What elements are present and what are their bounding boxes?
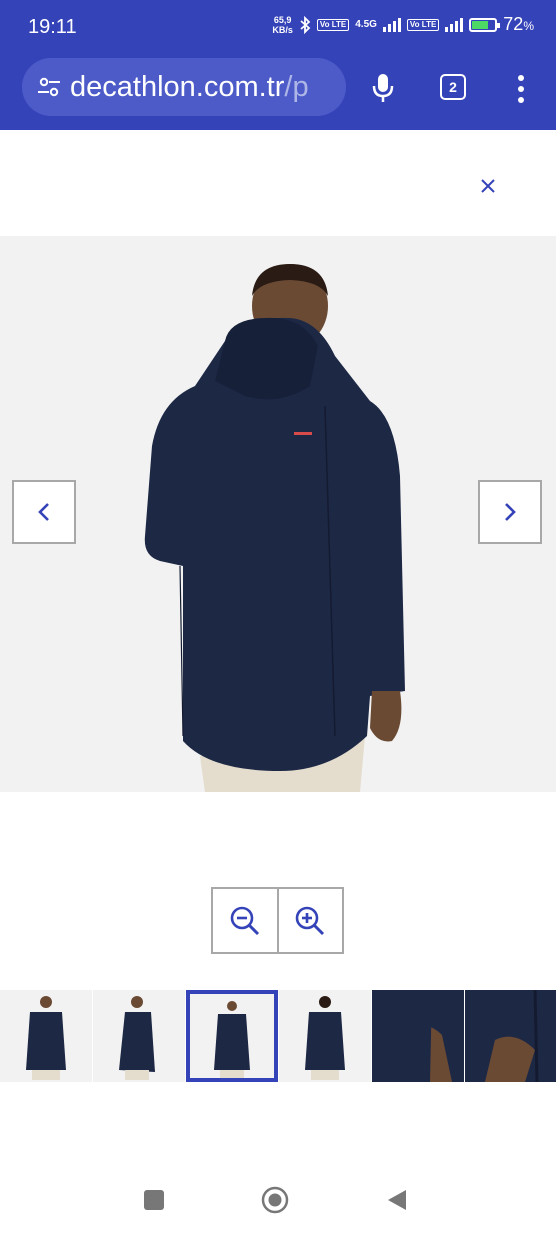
- battery-percent: 72%: [503, 14, 534, 34]
- thumbnail-2[interactable]: [93, 990, 185, 1082]
- status-time: 19:11: [28, 16, 77, 38]
- thumbnail-6[interactable]: [465, 990, 556, 1082]
- chevron-left-icon: [38, 503, 49, 521]
- thumbnail-image: [305, 996, 345, 1080]
- speed-value: 65,9: [273, 14, 292, 25]
- close-gallery-button[interactable]: [472, 170, 504, 202]
- more-options-icon[interactable]: [515, 74, 527, 104]
- url-text[interactable]: decathlon.com.tr/p: [70, 71, 309, 104]
- thumbnail-image: [119, 996, 155, 1080]
- thumbnail-4[interactable]: [279, 990, 371, 1082]
- signal-bars-icon: [382, 17, 401, 32]
- zoom-controls: [211, 887, 344, 954]
- url-bar[interactable]: decathlon.com.tr/p: [22, 58, 346, 116]
- thumbnail-strip: [0, 990, 556, 1082]
- status-bar: 19:11 65,9 KB/s Vo LTE 4.5G Vo LTE 72%: [0, 0, 556, 58]
- status-indicators: 65,9 KB/s Vo LTE 4.5G Vo LTE 72%: [272, 14, 534, 35]
- volte-badge-2: Vo LTE: [406, 18, 440, 31]
- back-button[interactable]: [386, 1188, 408, 1212]
- thumbnail-image: [485, 990, 539, 1082]
- thumbnail-image: [214, 1001, 250, 1078]
- zoom-in-icon: [295, 906, 325, 935]
- thumbnail-image: [372, 990, 452, 1082]
- browser-toolbar: decathlon.com.tr/p 2: [0, 58, 556, 130]
- network-type: 4.5G: [355, 19, 377, 30]
- close-icon: [481, 179, 495, 193]
- next-image-button[interactable]: [478, 480, 542, 544]
- recent-apps-button[interactable]: [144, 1190, 164, 1210]
- zoom-in-button[interactable]: [276, 889, 343, 952]
- battery-icon: [469, 17, 501, 32]
- jacket-back-view-image: [144, 264, 405, 792]
- system-nav-bar: [0, 1150, 556, 1235]
- thumbnail-5[interactable]: [372, 990, 464, 1082]
- tab-switcher-button[interactable]: 2: [440, 74, 466, 100]
- product-image-main[interactable]: [0, 236, 556, 792]
- thumbnail-3-selected[interactable]: [186, 990, 278, 1082]
- battery-fill: [472, 20, 489, 29]
- bluetooth-icon: [300, 15, 311, 34]
- previous-image-button[interactable]: [12, 480, 76, 544]
- network-speed: 65,9 KB/s: [272, 15, 293, 35]
- zoom-out-icon: [230, 906, 259, 935]
- site-settings-icon[interactable]: [36, 74, 62, 100]
- home-button[interactable]: [261, 1186, 289, 1214]
- volte-badge: Vo LTE: [316, 18, 350, 31]
- signal-bars-icon-2: [445, 17, 464, 32]
- zoom-out-button[interactable]: [213, 889, 277, 952]
- thumbnail-image: [26, 996, 66, 1080]
- thumbnail-1[interactable]: [0, 990, 92, 1082]
- speed-unit: KB/s: [272, 24, 293, 35]
- microphone-icon[interactable]: [370, 72, 396, 104]
- chevron-right-icon: [505, 503, 516, 521]
